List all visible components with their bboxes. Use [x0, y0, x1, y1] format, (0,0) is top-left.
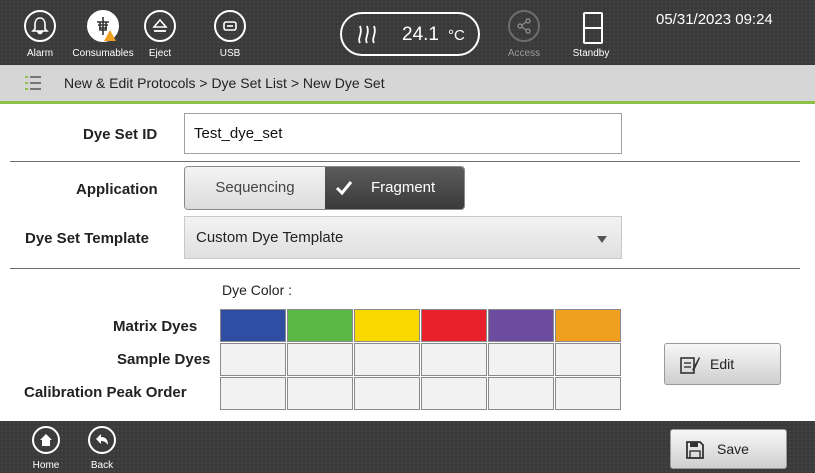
home-button[interactable]: Home: [21, 421, 71, 473]
dye-set-id-value: Test_dye_set: [194, 125, 283, 142]
eject-label: Eject: [148, 48, 172, 59]
heat-icon: [358, 25, 376, 44]
standby-icon: [583, 12, 603, 44]
standby-label: Standby: [572, 48, 610, 59]
edit-button-label: Edit: [710, 356, 735, 372]
matrix-dye-cell[interactable]: [488, 309, 554, 342]
breadcrumb-text: New & Edit Protocols > Dye Set List > Ne…: [64, 75, 385, 91]
edit-document-icon: [680, 357, 700, 374]
access-label: Access: [507, 48, 541, 59]
calibration-cell[interactable]: [287, 377, 353, 410]
back-label: Back: [90, 460, 114, 471]
application-option-fragment[interactable]: Fragment: [325, 167, 464, 209]
eject-button[interactable]: Eject: [130, 0, 190, 65]
divider: [10, 268, 800, 269]
sample-dye-cell[interactable]: [555, 343, 621, 376]
save-button[interactable]: Save: [670, 429, 787, 469]
share-icon: [508, 10, 540, 42]
dye-set-template-label: Dye Set Template: [25, 230, 149, 247]
calibration-peak-order-label: Calibration Peak Order: [24, 384, 187, 401]
application-option-sequencing[interactable]: Sequencing: [185, 167, 325, 209]
usb-button[interactable]: USB: [200, 0, 260, 65]
edit-button[interactable]: Edit: [664, 343, 781, 385]
application-option-fragment-label: Fragment: [371, 179, 436, 196]
consumables-button[interactable]: Consumables: [66, 0, 140, 65]
matrix-dye-cell[interactable]: [220, 309, 286, 342]
usb-icon: [214, 10, 246, 42]
home-label: Home: [32, 460, 60, 471]
breadcrumb: New & Edit Protocols > Dye Set List > Ne…: [0, 65, 815, 104]
dye-set-id-input[interactable]: Test_dye_set: [184, 113, 622, 154]
temperature-unit: °C: [448, 27, 465, 44]
datetime-display: 05/31/2023 09:24: [656, 11, 773, 28]
save-button-label: Save: [717, 441, 749, 457]
calibration-cell[interactable]: [555, 377, 621, 410]
alarm-button[interactable]: Alarm: [10, 0, 70, 65]
dropdown-arrow-icon: [597, 236, 607, 243]
matrix-dyes-label: Matrix Dyes: [113, 318, 198, 335]
calibration-cell[interactable]: [354, 377, 420, 410]
eject-icon: [144, 10, 176, 42]
matrix-dye-cell[interactable]: [287, 309, 353, 342]
matrix-dye-cell[interactable]: [555, 309, 621, 342]
dye-set-id-label: Dye Set ID: [83, 126, 158, 143]
list-icon[interactable]: [25, 76, 41, 90]
sample-dye-cell[interactable]: [287, 343, 353, 376]
consumables-label: Consumables: [72, 48, 134, 59]
matrix-dye-cell[interactable]: [354, 309, 420, 342]
top-status-bar: Alarm Consumables Eject USB 24.1 °C Acce…: [0, 0, 815, 65]
application-toggle[interactable]: Sequencing Fragment: [184, 166, 465, 210]
checkmark-icon: [335, 181, 353, 196]
sample-dye-cell[interactable]: [220, 343, 286, 376]
warning-icon: [104, 30, 116, 41]
back-arrow-icon: [88, 426, 116, 454]
temperature-display[interactable]: 24.1 °C: [340, 12, 480, 56]
sample-dyes-label: Sample Dyes: [117, 351, 211, 368]
home-icon: [32, 426, 60, 454]
dye-set-template-value: Custom Dye Template: [196, 229, 344, 246]
calibration-cell[interactable]: [421, 377, 487, 410]
alarm-label: Alarm: [26, 48, 54, 59]
divider: [10, 161, 800, 162]
temperature-value: 24.1: [402, 24, 439, 45]
sample-dye-cell[interactable]: [421, 343, 487, 376]
usb-label: USB: [219, 48, 241, 59]
back-button[interactable]: Back: [77, 421, 127, 473]
save-disk-icon: [686, 441, 704, 459]
dye-set-template-select[interactable]: Custom Dye Template: [184, 216, 622, 259]
access-button[interactable]: Access: [494, 0, 554, 65]
sample-dye-cell[interactable]: [488, 343, 554, 376]
application-label: Application: [76, 181, 158, 198]
matrix-dye-cell[interactable]: [421, 309, 487, 342]
calibration-cell[interactable]: [220, 377, 286, 410]
calibration-cell[interactable]: [488, 377, 554, 410]
dye-color-label: Dye Color :: [222, 282, 293, 298]
sample-dye-cell[interactable]: [354, 343, 420, 376]
alarm-bell-icon: [24, 10, 56, 42]
